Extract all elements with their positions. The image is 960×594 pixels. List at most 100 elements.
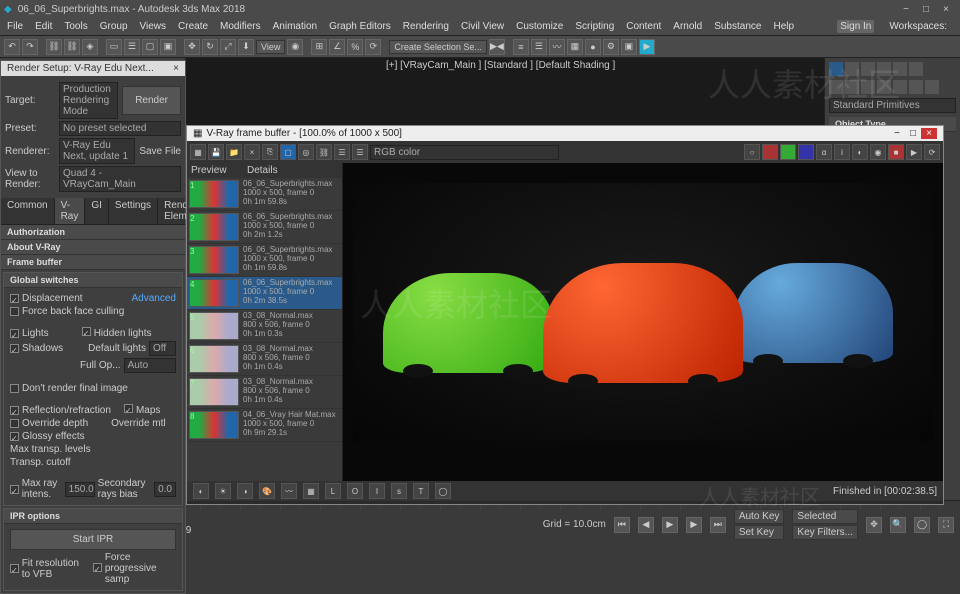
- menu-civilview[interactable]: Civil View: [458, 20, 507, 33]
- nav-orbit-icon[interactable]: ◯: [914, 517, 930, 533]
- rollout-about[interactable]: About V-Ray: [1, 240, 185, 255]
- vfb-mono-icon[interactable]: ○: [744, 144, 760, 160]
- scale-icon[interactable]: ⤢: [220, 39, 236, 55]
- vfb-track-icon[interactable]: ◎: [298, 144, 314, 160]
- default-lights-dropdown[interactable]: Off: [149, 341, 176, 356]
- modify-tab-icon[interactable]: [845, 62, 859, 76]
- fitres-check[interactable]: [10, 564, 19, 573]
- vfb-copy-icon[interactable]: ⎘: [262, 144, 278, 160]
- rotate-icon[interactable]: ↻: [202, 39, 218, 55]
- rollout-ipr[interactable]: IPR options: [4, 509, 182, 524]
- play-start-icon[interactable]: ⏮: [614, 517, 630, 533]
- create-tab-icon[interactable]: [829, 62, 843, 76]
- vfb-settings-icon[interactable]: ☰: [352, 144, 368, 160]
- maps-check[interactable]: [124, 404, 133, 413]
- signin-button[interactable]: Sign In: [837, 20, 874, 33]
- maximize-button[interactable]: □: [916, 4, 936, 15]
- menu-scripting[interactable]: Scripting: [572, 20, 617, 33]
- undo-icon[interactable]: ↶: [4, 39, 20, 55]
- play-prev-icon[interactable]: ◀: [638, 517, 654, 533]
- vfb-clear-icon[interactable]: ×: [244, 144, 260, 160]
- vfb-link-icon[interactable]: ⛓: [316, 144, 332, 160]
- menu-grapheditors[interactable]: Graph Editors: [326, 20, 394, 33]
- hidden-lights-check[interactable]: [82, 327, 91, 336]
- target-dropdown[interactable]: Production Rendering Mode: [59, 82, 118, 119]
- vfb-icc-icon[interactable]: I: [369, 483, 385, 499]
- vfb-srgb-icon[interactable]: s: [391, 483, 407, 499]
- vfb-maximize-icon[interactable]: □: [905, 128, 921, 139]
- maxray-check[interactable]: [10, 485, 19, 494]
- vfb-curve-icon[interactable]: 〰: [281, 483, 297, 499]
- redo-icon[interactable]: ↷: [22, 39, 38, 55]
- lights-icon[interactable]: [861, 80, 875, 94]
- vfb-render-view[interactable]: [343, 163, 943, 481]
- play-icon[interactable]: ▶: [662, 517, 678, 533]
- minimize-button[interactable]: −: [896, 4, 916, 15]
- vfb-region-icon[interactable]: ▢: [280, 144, 296, 160]
- vfb-close-icon[interactable]: ×: [921, 128, 937, 139]
- history-item[interactable]: 503_08_Normal.max800 x 506, frame 00h 1m…: [187, 310, 342, 343]
- displacement-check[interactable]: [10, 294, 19, 303]
- tab-common[interactable]: Common: [1, 198, 55, 224]
- vfb-load-icon[interactable]: 📁: [226, 144, 242, 160]
- autokey-button[interactable]: Auto Key: [734, 509, 785, 524]
- history-item[interactable]: 603_08_Normal.max800 x 506, frame 00h 1m…: [187, 343, 342, 376]
- cameras-icon[interactable]: [877, 80, 891, 94]
- menu-file[interactable]: File: [4, 20, 26, 33]
- menu-group[interactable]: Group: [97, 20, 131, 33]
- close-button[interactable]: ×: [936, 4, 956, 15]
- refcoord-dropdown[interactable]: View: [256, 40, 285, 54]
- menu-rendering[interactable]: Rendering: [400, 20, 452, 33]
- schematic-icon[interactable]: ▦: [567, 39, 583, 55]
- tab-settings[interactable]: Settings: [109, 198, 158, 224]
- rollout-global[interactable]: Global switches: [4, 273, 182, 288]
- spacewarps-icon[interactable]: [909, 80, 923, 94]
- play-end-icon[interactable]: ⏭: [710, 517, 726, 533]
- selected-filter[interactable]: Selected: [792, 509, 858, 524]
- refl-check[interactable]: [10, 406, 19, 415]
- preset-dropdown[interactable]: No preset selected: [59, 121, 181, 136]
- vfb-ocio-icon[interactable]: O: [347, 483, 363, 499]
- history-item[interactable]: 406_06_Superbrights.max1000 x 500, frame…: [187, 277, 342, 310]
- vfb-stop-icon[interactable]: ■: [888, 144, 904, 160]
- override-depth-check[interactable]: [10, 419, 19, 428]
- nav-pan-icon[interactable]: ✥: [866, 517, 882, 533]
- vfb-save-icon[interactable]: 💾: [208, 144, 224, 160]
- renderer-dropdown[interactable]: V-Ray Edu Next, update 1: [59, 138, 135, 164]
- view-dropdown[interactable]: Quad 4 - VRayCam_Main: [59, 166, 181, 192]
- vfb-cc-icon[interactable]: ◐: [852, 144, 868, 160]
- vfb-alpha-icon[interactable]: α: [816, 144, 832, 160]
- link-icon[interactable]: ⛓: [46, 39, 62, 55]
- selection-set-dropdown[interactable]: Create Selection Se...: [389, 40, 487, 54]
- keyfilters-button[interactable]: Key Filters...: [792, 525, 858, 540]
- history-item[interactable]: 306_06_Superbrights.max1000 x 500, frame…: [187, 244, 342, 277]
- menu-create[interactable]: Create: [175, 20, 211, 33]
- select-name-icon[interactable]: ☰: [124, 39, 140, 55]
- vfb-channel-dropdown[interactable]: RGB color: [370, 145, 559, 160]
- render-setup-titlebar[interactable]: Render Setup: V-Ray Edu Next... ×: [1, 61, 185, 76]
- menu-content[interactable]: Content: [623, 20, 664, 33]
- curve-editor-icon[interactable]: 〰: [549, 39, 565, 55]
- vfb-cc-toggle-icon[interactable]: ◐: [193, 483, 209, 499]
- select-icon[interactable]: ▭: [106, 39, 122, 55]
- vfb-minimize-icon[interactable]: −: [889, 128, 905, 139]
- vfb-exposure-icon[interactable]: ☀: [215, 483, 231, 499]
- percent-snap-icon[interactable]: %: [347, 39, 363, 55]
- window-crossing-icon[interactable]: ▣: [160, 39, 176, 55]
- material-editor-icon[interactable]: ●: [585, 39, 601, 55]
- menu-edit[interactable]: Edit: [32, 20, 55, 33]
- bind-icon[interactable]: ◈: [82, 39, 98, 55]
- vfb-ipr-icon[interactable]: ⟳: [924, 144, 940, 160]
- nav-zoom-icon[interactable]: 🔍: [890, 517, 906, 533]
- menu-substance[interactable]: Substance: [711, 20, 764, 33]
- move-icon[interactable]: ✥: [184, 39, 200, 55]
- unlink-icon[interactable]: ⛓: [64, 39, 80, 55]
- helpers-icon[interactable]: [893, 80, 907, 94]
- vfb-stamp-icon[interactable]: T: [413, 483, 429, 499]
- snap-icon[interactable]: ⊞: [311, 39, 327, 55]
- select-rect-icon[interactable]: ▢: [142, 39, 158, 55]
- vfb-red-icon[interactable]: [762, 144, 778, 160]
- layers-icon[interactable]: ☰: [531, 39, 547, 55]
- menu-arnold[interactable]: Arnold: [670, 20, 705, 33]
- history-item[interactable]: 703_08_Normal.max800 x 506, frame 00h 1m…: [187, 376, 342, 409]
